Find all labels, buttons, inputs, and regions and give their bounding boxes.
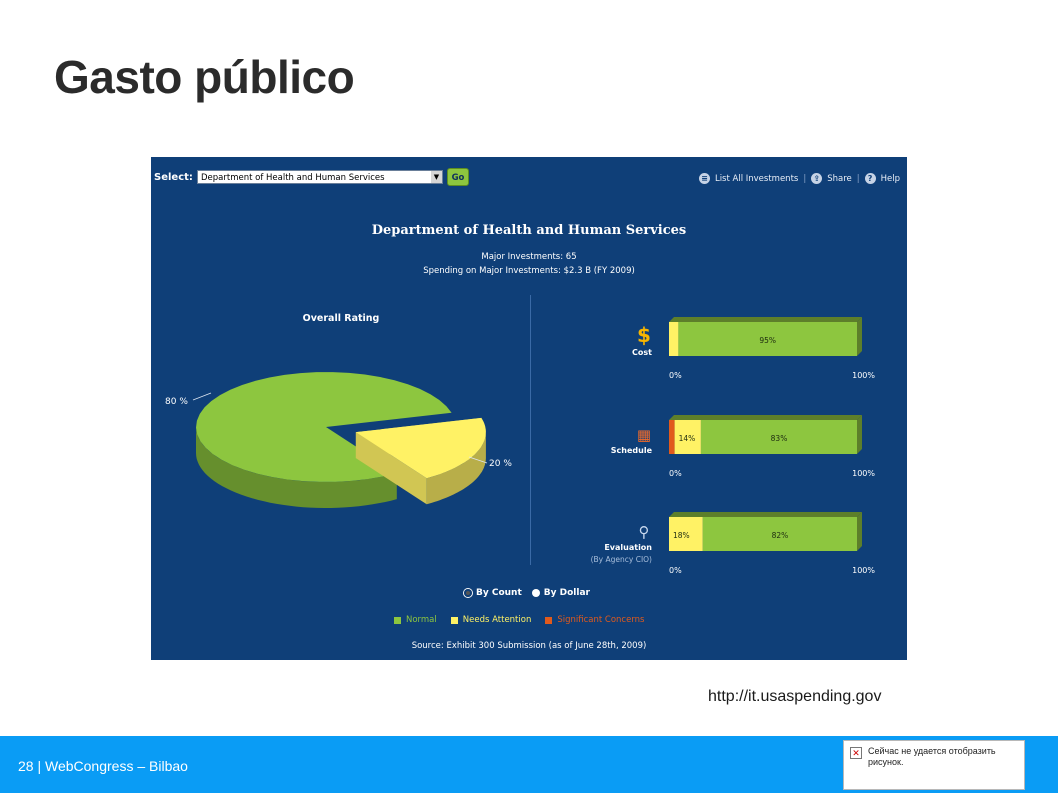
pie-leader-line	[192, 392, 212, 401]
axis-tick-label: 0%	[669, 469, 682, 478]
legend-item-significant-concerns: Significant Concerns	[545, 615, 645, 625]
bar-category-label: Evaluation	[604, 543, 652, 552]
axis-tick-label: 100%	[852, 566, 875, 575]
legend-swatch	[545, 616, 553, 624]
legend: Normal Needs Attention Significant Conce…	[394, 615, 645, 625]
bar-side-face	[857, 317, 862, 356]
axis-tick-label: 0%	[669, 371, 682, 380]
pie-data-label: 80 %	[165, 397, 188, 407]
pie-title: Overall Rating	[303, 313, 380, 324]
by-dollar-radio[interactable]: By Dollar	[531, 588, 590, 598]
bar-top-face	[669, 317, 862, 322]
axis-tick-label: 0%	[669, 566, 682, 575]
bar-data-label: 95%	[759, 336, 776, 345]
slide-title: Gasto público	[54, 51, 355, 103]
usaspending-panel: Select: Department of Health and Human S…	[151, 157, 907, 660]
bar-top-face	[669, 415, 862, 420]
legend-swatch	[394, 616, 401, 624]
rating-charts: Overall Rating 80 % 20 % $Cost 95% 0% 100% ▦ Sch…	[165, 313, 875, 575]
broken-image-text: Сейчас не удается отобразить рисунок.	[868, 746, 996, 767]
bar-data-label: 18%	[673, 531, 690, 540]
view-toggle: By Count By Dollar	[464, 588, 590, 598]
footer-text: 28 | WebCongress – Bilbao	[18, 758, 188, 774]
bar-top-face	[669, 512, 862, 517]
bar-category-label: Cost	[632, 348, 652, 357]
broken-image-icon: ✕	[850, 747, 862, 759]
bar-data-label: 14%	[679, 434, 696, 443]
bar-data-label: 82%	[772, 531, 789, 540]
legend-item-normal: Normal	[394, 615, 437, 625]
pie-data-label: 20 %	[489, 459, 512, 469]
bar-segment-significant-concerns	[669, 420, 675, 454]
bar-category-label: Schedule	[611, 446, 653, 455]
magnifier-icon: ⚲	[639, 523, 650, 541]
calendar-icon: ▦	[637, 426, 651, 444]
dollar-icon: $	[637, 323, 651, 347]
by-count-radio[interactable]: By Count	[464, 588, 522, 598]
bar-data-label: 83%	[771, 434, 788, 443]
bar-side-face	[857, 415, 862, 454]
legend-item-needs-attention: Needs Attention	[450, 615, 531, 625]
axis-tick-label: 100%	[852, 371, 875, 380]
bar-category-subtitle: (By Agency CIO)	[591, 555, 652, 564]
legend-swatch	[450, 616, 458, 624]
axis-tick-label: 100%	[852, 469, 875, 478]
broken-image-placeholder: ✕ Сейчас не удается отобразить рисунок.	[843, 740, 1025, 790]
source-note: Source: Exhibit 300 Submission (as of Ju…	[411, 641, 647, 651]
bar-side-face	[857, 512, 862, 551]
bar-segment-needs-attention	[669, 322, 679, 356]
source-url[interactable]: http://it.usaspending.gov	[708, 688, 881, 706]
